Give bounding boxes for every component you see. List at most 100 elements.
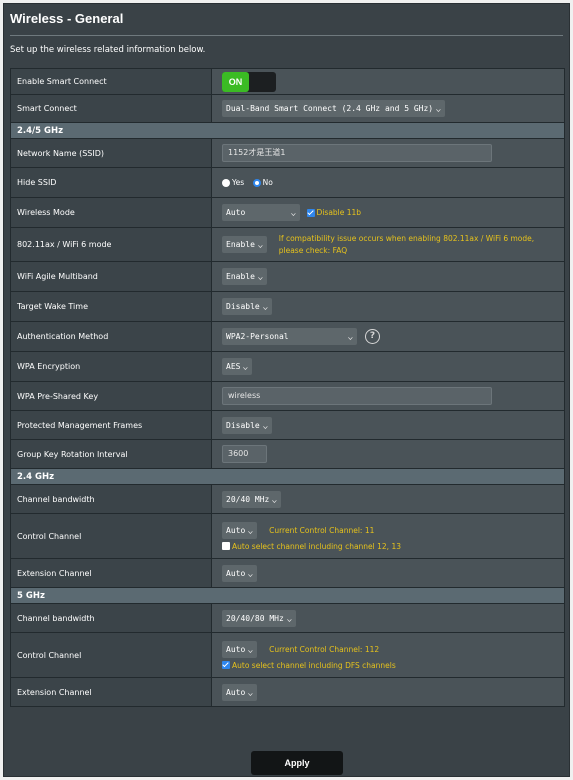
wpa-encryption-select[interactable]: AES ⌄: [222, 358, 253, 375]
section-header-2-4-5ghz: 2.4/5 GHz: [10, 122, 565, 139]
target-wake-time-select[interactable]: Disable ⌄: [222, 298, 272, 315]
wireless-general-panel: Wireless - General Set up the wireless r…: [3, 3, 570, 777]
checkbox-icon[interactable]: [222, 542, 230, 550]
row-2-4-bandwidth: Channel bandwidth 20/40 MHz ⌄: [10, 484, 565, 514]
page-title: Wireless - General: [10, 11, 124, 26]
auto-select-channel-label: Auto select channel including DFS channe…: [232, 660, 396, 670]
smart-connect-label: Smart Connect: [10, 94, 212, 123]
row-group-key-interval: Group Key Rotation Interval 3600: [10, 439, 565, 469]
section-header-5ghz: 5 GHz: [10, 587, 565, 604]
wifi6-mode-label: 802.11ax / WiFi 6 mode: [10, 227, 212, 262]
smart-connect-select[interactable]: Dual-Band Smart Connect (2.4 GHz and 5 G…: [222, 100, 445, 117]
chevron-down-icon: ⌄: [242, 362, 250, 371]
channel-bandwidth-select[interactable]: 20/40/80 MHz ⌄: [222, 609, 296, 627]
checkbox-icon[interactable]: [306, 208, 315, 217]
auth-method-select[interactable]: WPA2-Personal ⌄: [222, 328, 357, 345]
title-divider: [10, 35, 563, 36]
row-hide-ssid: Hide SSID Yes No: [10, 167, 565, 198]
section-header-2-4ghz: 2.4 GHz: [10, 468, 565, 485]
row-smart-connect: Smart Connect Dual-Band Smart Connect (2…: [10, 94, 565, 123]
row-wpa-encryption: WPA Encryption AES ⌄: [10, 351, 565, 382]
wpa-encryption-label: WPA Encryption: [10, 351, 212, 382]
control-channel-label: Control Channel: [10, 513, 212, 559]
row-5-extension-channel: Extension Channel Auto ⌄: [10, 677, 565, 707]
wireless-mode-value: Auto: [226, 208, 246, 217]
current-control-channel: Current Control Channel: 11: [269, 525, 375, 535]
row-auth-method: Authentication Method WPA2-Personal ⌄?: [10, 321, 565, 352]
target-wake-time-label: Target Wake Time: [10, 291, 212, 322]
wpa-psk-label: WPA Pre-Shared Key: [10, 381, 212, 411]
pmf-value: Disable: [226, 420, 260, 430]
auto-select-channel-label: Auto select channel including channel 12…: [232, 541, 401, 551]
chevron-down-icon: ⌄: [347, 332, 354, 341]
wpa-encryption-value: AES: [226, 362, 241, 371]
row-wifi6-mode: 802.11ax / WiFi 6 mode Enable ⌄ If compati…: [10, 227, 565, 262]
hide-ssid-no-label: No: [262, 178, 273, 187]
hide-ssid-label: Hide SSID: [10, 167, 212, 198]
chevron-down-icon: ⌄: [271, 494, 278, 504]
channel-bandwidth-label: Channel bandwidth: [10, 603, 212, 633]
toggle-on-text: ON: [222, 71, 249, 92]
pmf-select[interactable]: Disable ⌄: [222, 416, 272, 434]
wifi6-faq-hint[interactable]: If compatibility issue occurs when enabl…: [279, 233, 557, 257]
wifi6-mode-select[interactable]: Enable ⌄: [222, 236, 267, 253]
extension-channel-value: Auto: [226, 568, 246, 578]
chevron-down-icon: ⌄: [247, 687, 254, 697]
row-target-wake-time: Target Wake Time Disable ⌄: [10, 291, 565, 322]
extension-channel-select[interactable]: Auto ⌄: [222, 564, 258, 582]
extension-channel-label: Extension Channel: [10, 677, 212, 707]
channel-bandwidth-select[interactable]: 20/40 MHz ⌄: [222, 490, 282, 508]
control-channel-value: Auto: [226, 644, 246, 654]
chevron-down-icon: ⌄: [286, 613, 293, 623]
section-title: 5 GHz: [10, 587, 565, 604]
row-2-4-extension-channel: Extension Channel Auto ⌄: [10, 558, 565, 588]
chevron-down-icon: ⌄: [435, 104, 442, 113]
extension-channel-select[interactable]: Auto ⌄: [222, 683, 258, 701]
control-channel-value: Auto: [226, 525, 246, 535]
apply-button[interactable]: Apply: [251, 751, 343, 775]
agile-multiband-value: Enable: [226, 272, 255, 281]
wireless-mode-label: Wireless Mode: [10, 197, 212, 228]
page-description: Set up the wireless related information …: [10, 45, 206, 55]
ssid-label: Network Name (SSID): [10, 138, 212, 168]
enable-smart-connect-label: Enable Smart Connect: [10, 68, 212, 95]
group-key-interval-input[interactable]: 3600: [222, 445, 267, 463]
pmf-label: Protected Management Frames: [10, 410, 212, 440]
row-wireless-mode: Wireless Mode Auto ⌄ Disable 11b: [10, 197, 565, 228]
chevron-down-icon: ⌄: [261, 302, 269, 311]
group-key-interval-label: Group Key Rotation Interval: [10, 439, 212, 469]
ssid-input[interactable]: 1152才是王道1: [222, 144, 492, 162]
wireless-mode-select[interactable]: Auto ⌄: [222, 204, 300, 221]
checkbox-icon[interactable]: [222, 661, 230, 669]
row-pmf: Protected Management Frames Disable ⌄: [10, 410, 565, 440]
radio-icon[interactable]: [222, 178, 230, 187]
smart-connect-value: Dual-Band Smart Connect (2.4 GHz and 5 G…: [226, 104, 434, 113]
row-wpa-psk: WPA Pre-Shared Key wireless: [10, 381, 565, 411]
chevron-down-icon: ⌄: [247, 568, 254, 578]
wpa-psk-input[interactable]: wireless: [222, 387, 492, 405]
agile-multiband-label: WiFi Agile Multiband: [10, 261, 212, 292]
control-channel-select[interactable]: Auto ⌄: [222, 640, 258, 658]
section-title: 2.4 GHz: [10, 468, 565, 485]
extension-channel-label: Extension Channel: [10, 558, 212, 588]
extension-channel-value: Auto: [226, 687, 246, 697]
chevron-down-icon: ⌄: [290, 208, 297, 217]
section-title: 2.4/5 GHz: [10, 122, 565, 139]
wifi6-mode-value: Enable: [226, 240, 255, 249]
chevron-down-icon: ⌄: [257, 240, 264, 249]
smart-connect-toggle[interactable]: ON: [222, 71, 276, 92]
target-wake-time-value: Disable: [226, 302, 260, 311]
row-agile-multiband: WiFi Agile Multiband Enable ⌄: [10, 261, 565, 292]
radio-icon[interactable]: [252, 178, 261, 187]
channel-bandwidth-label: Channel bandwidth: [10, 484, 212, 514]
channel-bandwidth-value: 20/40 MHz: [226, 494, 270, 504]
control-channel-select[interactable]: Auto ⌄: [222, 521, 258, 539]
channel-bandwidth-value: 20/40/80 MHz: [226, 613, 284, 623]
auth-method-label: Authentication Method: [10, 321, 212, 352]
settings-table: Enable Smart Connect ON Smart Connect Du…: [10, 68, 565, 707]
row-5-control-channel: Control Channel Auto ⌄ Current Control Cha…: [10, 632, 565, 678]
question-circle-icon[interactable]: ?: [365, 329, 380, 344]
chevron-down-icon: ⌄: [247, 644, 254, 654]
agile-multiband-select[interactable]: Enable ⌄: [222, 268, 267, 285]
row-5-bandwidth: Channel bandwidth 20/40/80 MHz ⌄: [10, 603, 565, 633]
